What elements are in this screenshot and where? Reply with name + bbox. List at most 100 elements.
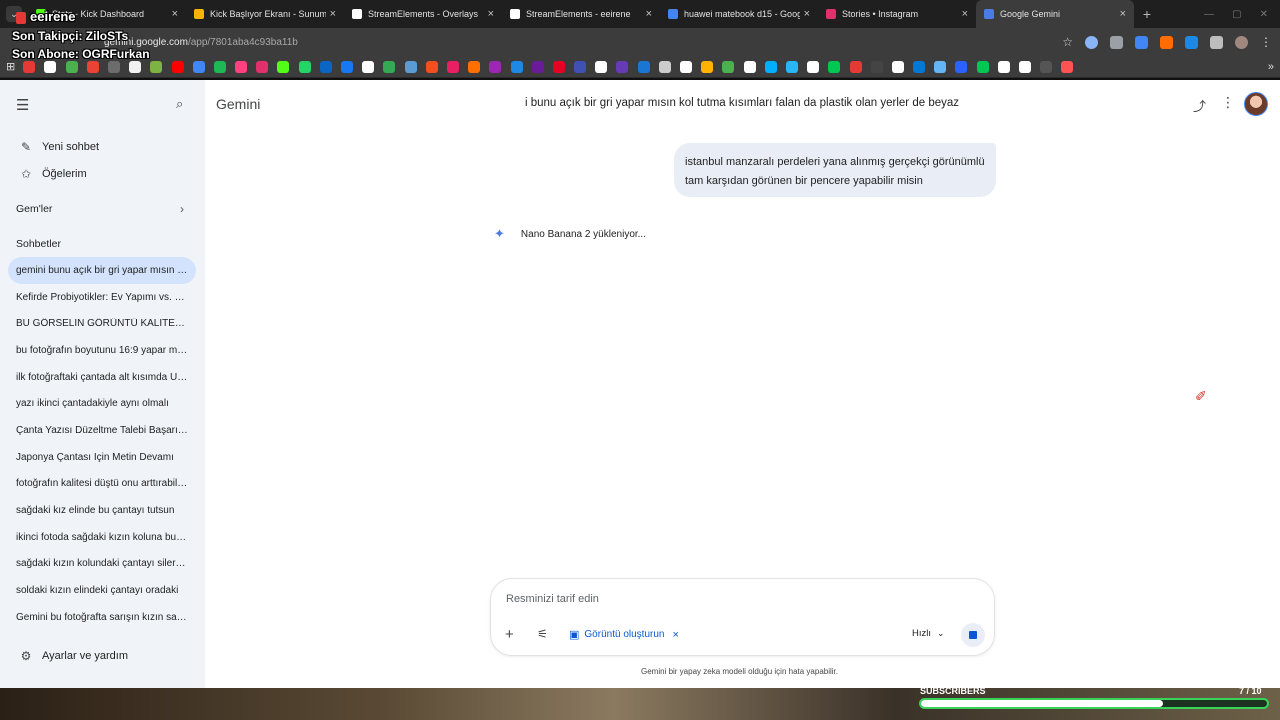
bookmark-icon[interactable] (23, 60, 36, 73)
bookmark-icon[interactable] (1061, 60, 1074, 73)
minimize-button[interactable]: — (1204, 9, 1214, 20)
extension-icon[interactable] (1085, 35, 1098, 49)
browser-tab[interactable]: StreamElements - Overlays × (344, 0, 502, 28)
new-tab-button[interactable]: + (1134, 0, 1160, 28)
bookmark-icon[interactable] (891, 60, 904, 73)
bookmark-icon[interactable] (298, 60, 311, 73)
more-options-icon[interactable]: ⋮ (1221, 94, 1235, 111)
tools-icon[interactable]: ⚟ (537, 627, 548, 641)
bookmark-icon[interactable] (404, 60, 417, 73)
bookmark-icon[interactable] (531, 60, 544, 73)
close-window-button[interactable]: ✕ (1260, 9, 1268, 20)
bookmark-icon[interactable] (65, 60, 78, 73)
chat-history-item[interactable]: BU GÖRSELİN GÖRÜNTÜ KALİTESİNİ ARTIR (8, 310, 196, 337)
chat-history-item[interactable]: gemini bunu açık bir gri yapar mısın kol… (8, 257, 196, 284)
browser-tab[interactable]: huawei matebook d15 - Google × (660, 0, 818, 28)
extension-icon[interactable] (1160, 35, 1173, 49)
browser-tab[interactable]: Google Gemini × (976, 0, 1134, 28)
gems-section[interactable]: Gem'ler (16, 203, 52, 215)
bookmark-icon[interactable] (489, 60, 502, 73)
chat-history-item[interactable]: Gemini bu fotoğrafta sarışın kızın saçla… (8, 604, 196, 631)
bookmark-star-icon[interactable]: ☆ (1062, 35, 1073, 49)
close-tab-icon[interactable]: × (804, 8, 810, 20)
share-icon[interactable]: ⤴ (1193, 96, 1206, 115)
bookmark-icon[interactable] (785, 60, 798, 73)
chat-history-item[interactable]: bu fotoğrafın boyutunu 16:9 yapar mısın (8, 337, 196, 364)
bookmark-icon[interactable] (213, 60, 226, 73)
bookmark-icon[interactable] (934, 60, 947, 73)
bookmark-icon[interactable] (658, 60, 671, 73)
mode-selector[interactable]: Hızlı ⌄ (912, 628, 945, 639)
bookmark-icon[interactable] (913, 60, 926, 73)
gemini-brand[interactable]: Gemini (216, 96, 260, 112)
apps-grid-icon[interactable]: ⊞ (6, 60, 15, 73)
bookmark-icon[interactable] (129, 60, 142, 73)
bookmark-icon[interactable] (764, 60, 777, 73)
bookmark-icon[interactable] (976, 60, 989, 73)
bookmark-icon[interactable] (955, 60, 968, 73)
chat-history-item[interactable]: Japonya Çantası İçin Metin Devamı (8, 444, 196, 471)
bookmark-icon[interactable] (341, 60, 354, 73)
browser-tab[interactable]: Kick Başlıyor Ekranı - Sunum × (186, 0, 344, 28)
search-icon[interactable]: ⌕ (176, 96, 183, 112)
bookmark-icon[interactable] (44, 60, 57, 73)
bookmark-icon[interactable] (383, 60, 396, 73)
bookmark-icon[interactable] (107, 60, 120, 73)
close-icon[interactable]: × (672, 629, 678, 641)
close-tab-icon[interactable]: × (1120, 8, 1126, 20)
profile-avatar[interactable] (1235, 35, 1248, 49)
avatar[interactable] (1244, 92, 1268, 116)
url-field[interactable]: gemini.google.com/app/7801aba4c93ba11b (104, 37, 298, 48)
bookmark-icon[interactable] (510, 60, 523, 73)
bookmark-icon[interactable] (192, 60, 205, 73)
bookmark-icon[interactable] (552, 60, 565, 73)
browser-menu-icon[interactable]: ⋮ (1260, 35, 1272, 49)
bookmark-icon[interactable] (277, 60, 290, 73)
bookmark-icon[interactable] (637, 60, 650, 73)
bookmark-icon[interactable] (574, 60, 587, 73)
prompt-input[interactable] (506, 593, 886, 605)
bookmark-icon[interactable] (997, 60, 1010, 73)
stop-button[interactable] (961, 623, 985, 647)
add-file-icon[interactable]: + (505, 626, 514, 643)
chat-history-item[interactable]: sağdaki kızın kolundaki çantayı siler mi… (8, 551, 196, 578)
bookmark-icon[interactable] (680, 60, 693, 73)
bookmark-icon[interactable] (362, 60, 375, 73)
more-bookmarks-icon[interactable]: » (1268, 61, 1274, 73)
chat-history-item[interactable]: ikinci fotoda sağdaki kızın koluna bu ça… (8, 524, 196, 551)
close-tab-icon[interactable]: × (330, 8, 336, 20)
bookmark-icon[interactable] (1019, 60, 1032, 73)
floating-extension-icon[interactable]: ✐ (1195, 388, 1207, 405)
browser-tab[interactable]: Stories • Instagram × (818, 0, 976, 28)
bookmark-icon[interactable] (171, 60, 184, 73)
new-chat-button[interactable]: ✎ Yeni sohbet (18, 140, 99, 154)
chevron-right-icon[interactable]: › (180, 202, 184, 216)
bookmark-icon[interactable] (701, 60, 714, 73)
puzzle-extensions-icon[interactable] (1210, 35, 1223, 49)
chat-history-item[interactable]: ilk fotoğraftaki çantada alt kısımda Uyg… (8, 364, 196, 391)
chat-history-item[interactable]: Çanta Yazısı Düzeltme Talebi Başarısız (8, 417, 196, 444)
bookmark-icon[interactable] (849, 60, 862, 73)
bookmark-icon[interactable] (319, 60, 332, 73)
chat-history-item[interactable]: sağdaki kız elinde bu çantayı tutsun (8, 497, 196, 524)
bookmark-icon[interactable] (807, 60, 820, 73)
close-tab-icon[interactable]: × (646, 8, 652, 20)
bookmark-icon[interactable] (722, 60, 735, 73)
bookmark-icon[interactable] (595, 60, 608, 73)
settings-help-button[interactable]: ⚙ Ayarlar ve yardım (18, 649, 128, 663)
my-items-button[interactable]: ✩ Öğelerim (18, 167, 87, 181)
close-tab-icon[interactable]: × (488, 8, 494, 20)
chat-history-item[interactable]: fotoğrafın kalitesi düştü onu arttırabil… (8, 471, 196, 498)
bookmark-icon[interactable] (150, 60, 163, 73)
hamburger-menu-icon[interactable]: ☰ (16, 96, 29, 114)
bookmark-icon[interactable] (235, 60, 248, 73)
chat-history-item[interactable]: yazı ikinci çantadakiyle aynı olmalı (8, 390, 196, 417)
close-tab-icon[interactable]: × (962, 8, 968, 20)
browser-tab[interactable]: StreamElements - eeirene × (502, 0, 660, 28)
bookmark-icon[interactable] (468, 60, 481, 73)
close-tab-icon[interactable]: × (172, 8, 178, 20)
bookmark-icon[interactable] (828, 60, 841, 73)
chat-history-item[interactable]: Kefirde Probiyotikler: Ev Yapımı vs. Mar… (8, 284, 196, 311)
extension-icon[interactable] (1185, 35, 1198, 49)
bookmark-icon[interactable] (425, 60, 438, 73)
